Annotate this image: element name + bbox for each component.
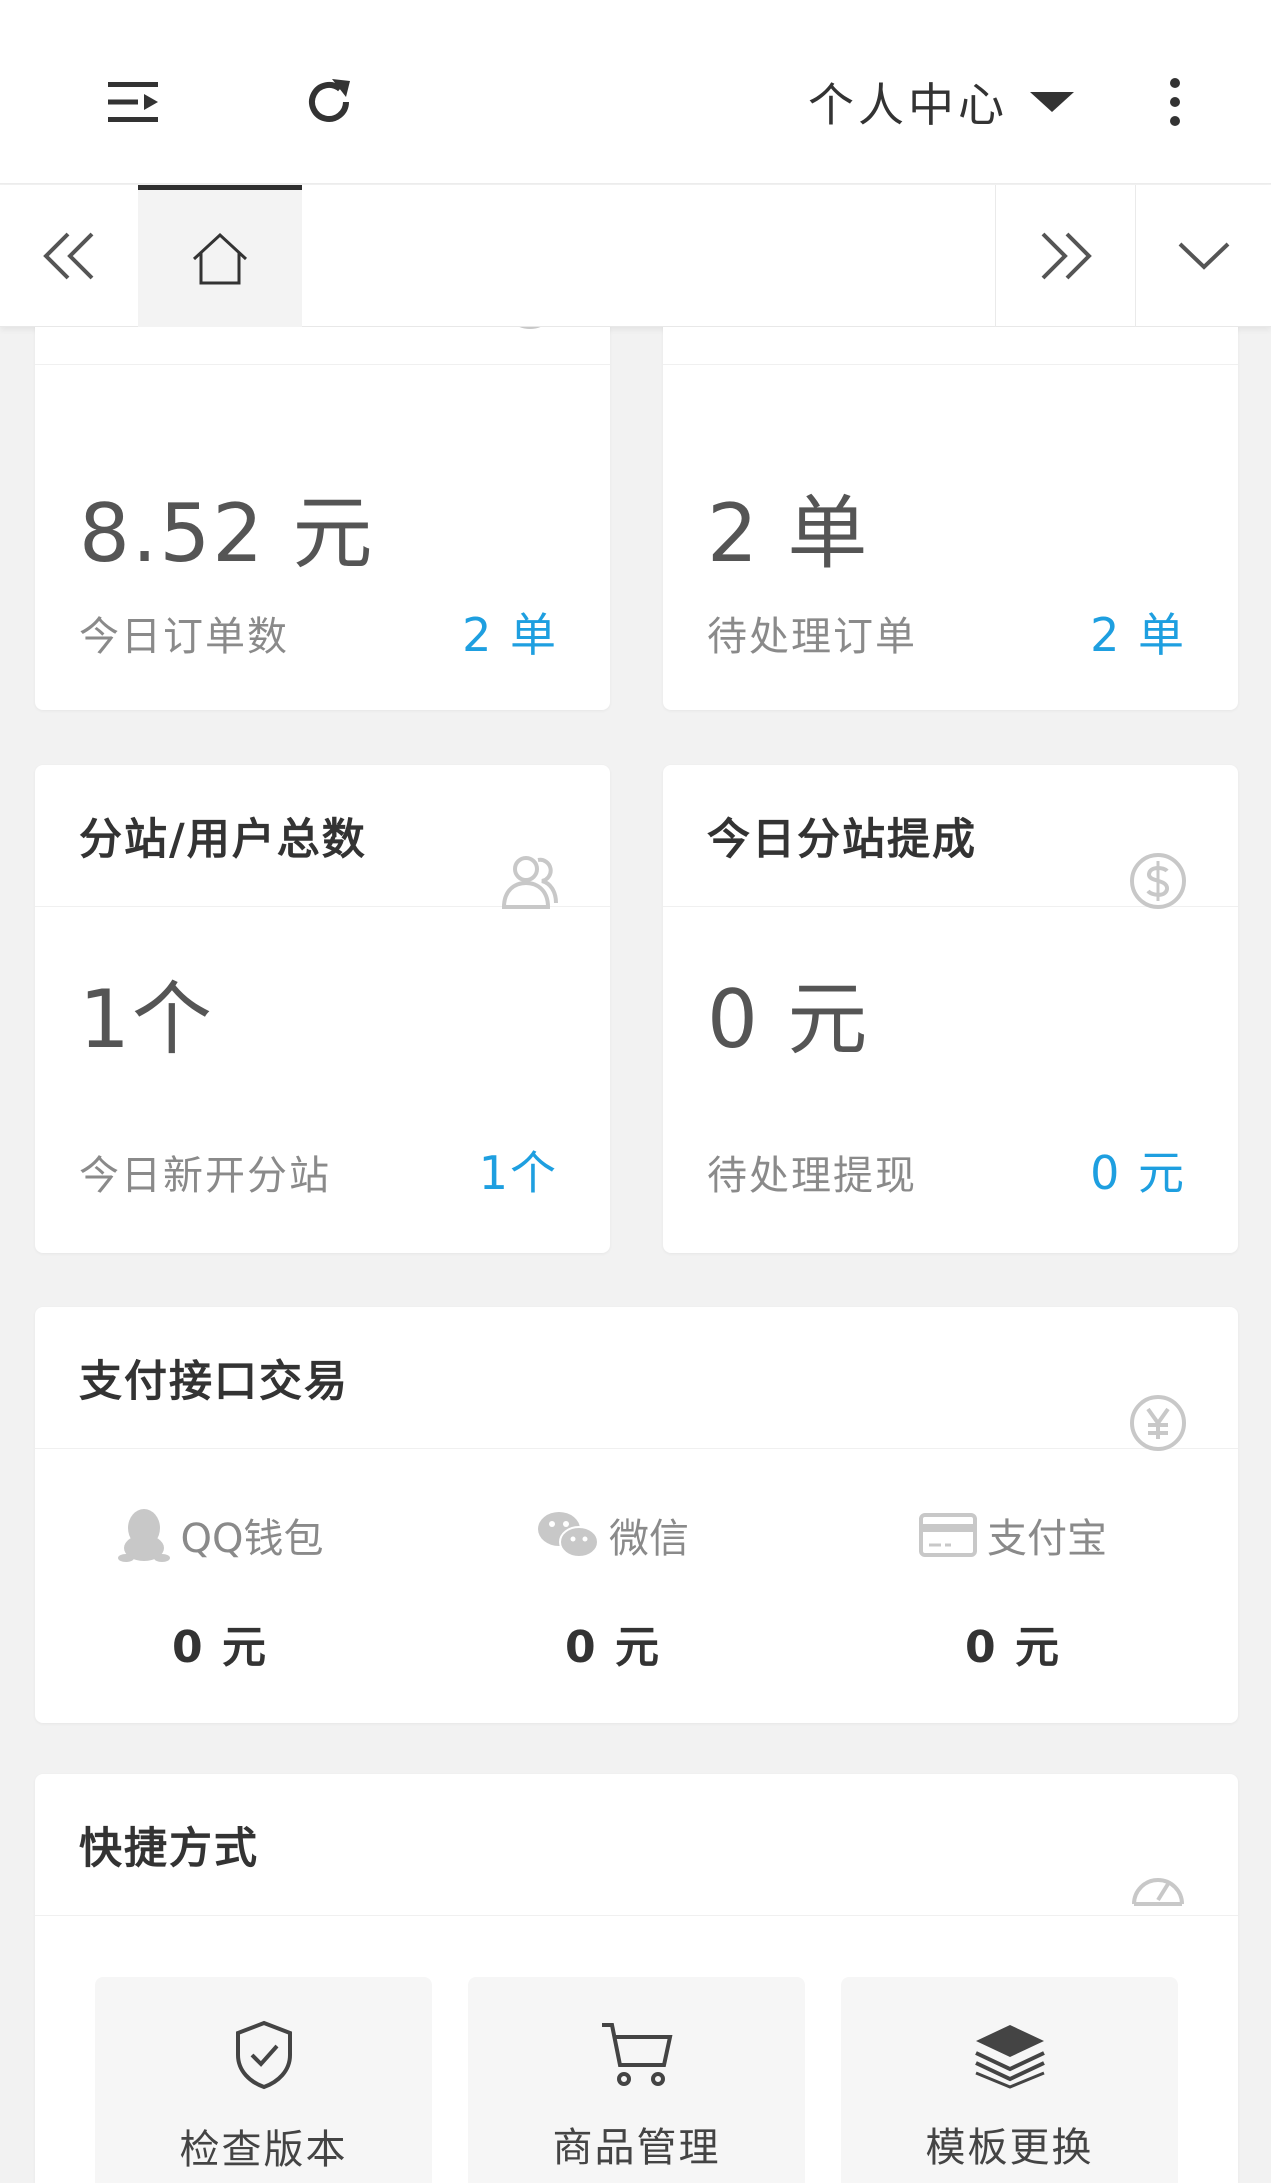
card-title: 分站/用户总数	[79, 815, 367, 865]
qq-icon	[117, 1509, 170, 1562]
double-chevron-right-icon	[1041, 232, 1092, 280]
dollar-icon	[1130, 853, 1186, 909]
more-vertical-icon	[1170, 78, 1180, 126]
substation-users-value: 1个	[79, 973, 214, 1066]
top-header: 个人中心	[0, 0, 1271, 184]
layers-icon	[974, 2025, 1045, 2089]
payment-value: 0 元	[965, 1622, 1061, 1673]
shortcut-check-version[interactable]: 检查版本	[95, 1977, 432, 2183]
dashboard-content[interactable]: 8.52 元 今日订单数 2 单 2 单 待处理订单 2 单 分站/用户总数 1…	[0, 327, 1271, 2183]
yen-icon	[519, 327, 541, 329]
payment-value: 0 元	[565, 1622, 661, 1673]
payment-card: 支付接口交易 QQ钱包 0 元 微信 0 元 支付宝 0 元	[35, 1307, 1238, 1723]
today-orders-value: 2 单	[462, 608, 558, 662]
new-substations-value: 1个	[478, 1146, 558, 1200]
chevron-down-icon	[1178, 242, 1229, 270]
more-options-button[interactable]	[1140, 62, 1210, 142]
tabs-scroll-right-button[interactable]	[995, 185, 1135, 327]
tab-home[interactable]	[138, 185, 302, 327]
users-icon	[501, 856, 558, 909]
payment-qq-wallet: QQ钱包 0 元	[115, 1505, 325, 1675]
revenue-card: 8.52 元 今日订单数 2 单	[35, 327, 610, 710]
payment-label: 支付宝	[987, 1516, 1107, 1562]
user-center-label: 个人中心	[808, 78, 1008, 132]
orders-card: 2 单 待处理订单 2 单	[663, 327, 1238, 710]
today-revenue-value: 8.52 元	[79, 487, 375, 580]
shortcut-label: 检查版本	[179, 2127, 348, 2173]
today-orders-label: 今日订单数	[79, 614, 289, 660]
payment-value: 0 元	[172, 1622, 268, 1673]
pending-withdraw-value: 0 元	[1090, 1146, 1186, 1200]
pending-withdraw-label: 待处理提现	[707, 1153, 917, 1199]
wechat-icon	[538, 1512, 599, 1558]
menu-toggle-button[interactable]	[90, 62, 178, 142]
new-substations-label: 今日新开分站	[79, 1153, 331, 1199]
commission-value: 0 元	[707, 973, 870, 1066]
refresh-button[interactable]	[285, 62, 373, 142]
shortcut-label: 模板更换	[925, 2125, 1094, 2171]
pending-orders-value: 2 单	[1090, 608, 1186, 662]
home-icon	[192, 232, 248, 284]
shortcut-label: 商品管理	[552, 2125, 721, 2171]
document-icon	[1128, 327, 1188, 331]
shopping-cart-icon	[601, 2023, 672, 2086]
user-center-dropdown[interactable]: 个人中心	[808, 62, 1074, 142]
page-tabs-bar	[0, 185, 1271, 327]
card-header	[35, 327, 610, 365]
yen-icon	[1130, 1395, 1186, 1451]
shortcut-goods-management[interactable]: 商品管理	[468, 1977, 805, 2183]
card-title: 支付接口交易	[79, 1357, 349, 1407]
credit-card-icon	[919, 1513, 977, 1557]
shortcuts-card: 快捷方式 检查版本 商品管理 模板更换	[35, 1774, 1238, 2183]
payment-label: 微信	[609, 1516, 689, 1562]
orders-value: 2 单	[707, 487, 870, 580]
payment-alipay: 支付宝 0 元	[903, 1505, 1123, 1675]
menu-indent-icon	[108, 82, 158, 122]
card-title: 快捷方式	[79, 1824, 259, 1874]
tabs-scroll-left-button[interactable]	[0, 185, 138, 327]
tabs-options-button[interactable]	[1135, 185, 1271, 327]
shield-check-icon	[235, 2020, 292, 2090]
payment-label: QQ钱包	[180, 1516, 324, 1562]
dashboard-gauge-icon	[1132, 1878, 1184, 1906]
payment-wechat: 微信 0 元	[513, 1505, 713, 1675]
card-title: 今日分站提成	[707, 815, 977, 865]
double-chevron-left-icon	[43, 232, 94, 280]
pending-orders-label: 待处理订单	[707, 614, 917, 660]
card-header	[663, 327, 1238, 365]
caret-down-icon	[1030, 92, 1074, 112]
substation-users-card: 分站/用户总数 1个 今日新开分站 1个	[35, 765, 610, 1253]
refresh-icon	[309, 79, 350, 122]
shortcut-template-change[interactable]: 模板更换	[841, 1977, 1178, 2183]
substation-commission-card: 今日分站提成 0 元 待处理提现 0 元	[663, 765, 1238, 1253]
